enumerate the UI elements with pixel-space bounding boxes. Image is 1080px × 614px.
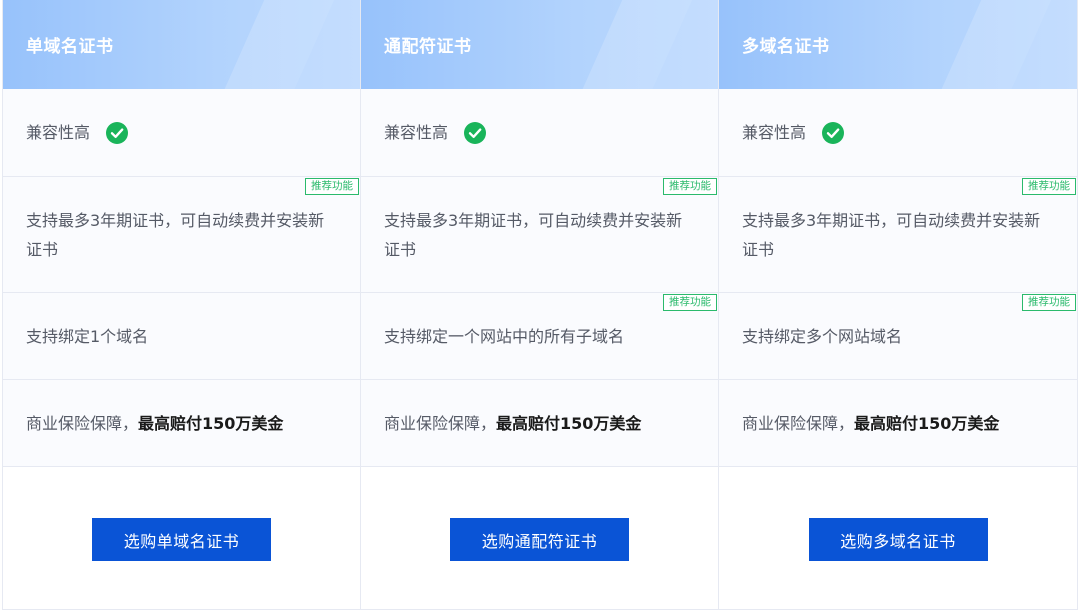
- row-auto-renew: 推荐功能 支持最多3年期证书，可自动续费并安装新证书: [719, 177, 1077, 293]
- buy-multi-domain-button[interactable]: 选购多域名证书: [808, 518, 988, 561]
- compatibility-label: 兼容性高: [742, 123, 807, 142]
- row-action: 选购通配符证书: [361, 467, 718, 609]
- column-title: 多域名证书: [742, 37, 830, 57]
- auto-renew-text: 支持最多3年期证书，可自动续费并安装新证书: [26, 210, 325, 259]
- recommended-badge: 推荐功能: [663, 294, 717, 311]
- domain-binding-text: 支持绑定1个域名: [26, 326, 149, 346]
- row-domain-binding: 推荐功能 支持绑定一个网站中的所有子域名: [361, 293, 718, 380]
- recommended-badge: 推荐功能: [663, 178, 717, 195]
- row-compatibility: 兼容性高: [719, 89, 1077, 177]
- check-circle-icon: [822, 121, 845, 144]
- column-header: 单域名证书: [3, 0, 360, 89]
- auto-renew-text: 支持最多3年期证书，可自动续费并安装新证书: [742, 210, 1041, 259]
- buy-single-domain-button[interactable]: 选购单域名证书: [92, 518, 271, 561]
- column-single-domain: 单域名证书 兼容性高 推荐功能 支持最多3年期证书，可自动续费并安装新证书 支持…: [3, 0, 361, 609]
- column-multi-domain: 多域名证书 兼容性高 推荐功能 支持最多3年期证书，可自动续费并安装新证书 推荐…: [719, 0, 1077, 609]
- auto-renew-text: 支持最多3年期证书，可自动续费并安装新证书: [384, 210, 683, 259]
- row-action: 选购多域名证书: [719, 467, 1077, 609]
- insurance-highlight: 最高赔付150万美金: [854, 413, 1000, 433]
- compatibility-label: 兼容性高: [384, 123, 449, 142]
- column-wildcard: 通配符证书 兼容性高 推荐功能 支持最多3年期证书，可自动续费并安装新证书 推荐…: [361, 0, 719, 609]
- domain-binding-text: 支持绑定多个网站域名: [742, 326, 903, 346]
- insurance-text: 商业保险保障，最高赔付150万美金: [384, 409, 641, 438]
- insurance-highlight: 最高赔付150万美金: [496, 413, 642, 433]
- row-domain-binding: 支持绑定1个域名: [3, 293, 360, 380]
- check-circle-icon: [464, 121, 487, 144]
- recommended-badge: 推荐功能: [1022, 178, 1076, 195]
- row-action: 选购单域名证书: [3, 467, 360, 609]
- row-domain-binding: 推荐功能 支持绑定多个网站域名: [719, 293, 1077, 380]
- recommended-badge: 推荐功能: [305, 178, 359, 195]
- column-title: 通配符证书: [384, 37, 472, 57]
- buy-wildcard-button[interactable]: 选购通配符证书: [450, 518, 629, 561]
- recommended-badge: 推荐功能: [1022, 294, 1076, 311]
- compatibility-label: 兼容性高: [26, 123, 91, 142]
- check-circle-icon: [106, 121, 129, 144]
- insurance-text: 商业保险保障，最高赔付150万美金: [26, 409, 283, 438]
- insurance-prefix: 商业保险保障，: [26, 413, 139, 433]
- row-insurance: 商业保险保障，最高赔付150万美金: [361, 380, 718, 467]
- row-insurance: 商业保险保障，最高赔付150万美金: [719, 380, 1077, 467]
- domain-binding-text: 支持绑定一个网站中的所有子域名: [384, 326, 625, 346]
- certificate-comparison-table: 单域名证书 兼容性高 推荐功能 支持最多3年期证书，可自动续费并安装新证书 支持…: [2, 0, 1078, 610]
- row-auto-renew: 推荐功能 支持最多3年期证书，可自动续费并安装新证书: [361, 177, 718, 293]
- row-insurance: 商业保险保障，最高赔付150万美金: [3, 380, 360, 467]
- row-compatibility: 兼容性高: [361, 89, 718, 177]
- insurance-prefix: 商业保险保障，: [384, 413, 497, 433]
- insurance-highlight: 最高赔付150万美金: [138, 413, 284, 433]
- insurance-text: 商业保险保障，最高赔付150万美金: [742, 409, 999, 438]
- insurance-prefix: 商业保险保障，: [742, 413, 855, 433]
- row-compatibility: 兼容性高: [3, 89, 360, 177]
- column-header: 通配符证书: [361, 0, 718, 89]
- column-header: 多域名证书: [719, 0, 1077, 89]
- row-auto-renew: 推荐功能 支持最多3年期证书，可自动续费并安装新证书: [3, 177, 360, 293]
- column-title: 单域名证书: [26, 37, 114, 57]
